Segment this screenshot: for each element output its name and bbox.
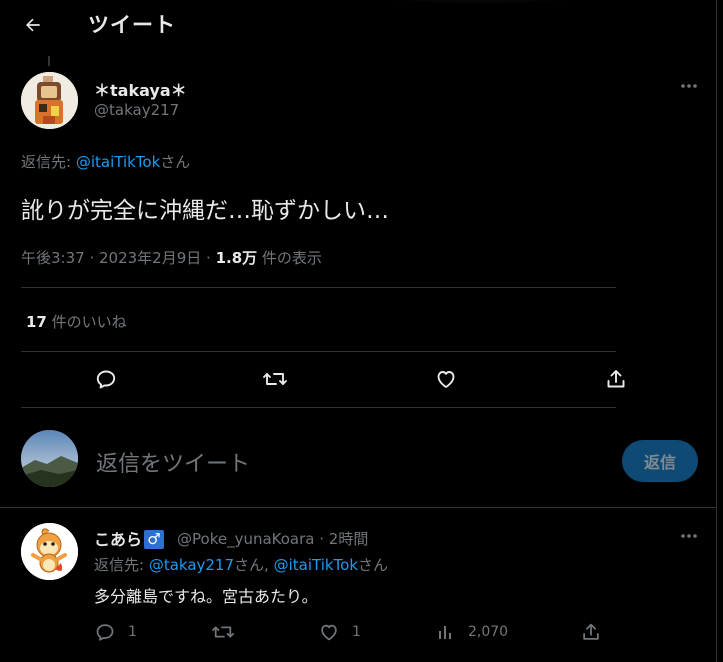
likes-summary[interactable]: 17 件のいいね [26, 311, 127, 332]
reply-to-suffix: さん [358, 556, 389, 574]
back-arrow-icon [26, 18, 40, 32]
tweet-text: 訛りが完全に沖縄だ…恥ずかしい… [21, 198, 389, 224]
reply-like-button[interactable]: 1 [318, 620, 361, 644]
reply-to-suffix: さん [160, 153, 191, 171]
reply-to-link[interactable]: @itaiTikTok [76, 153, 160, 171]
page-title: ツイート [88, 13, 176, 37]
tweet-more-button[interactable] [676, 76, 702, 96]
reply-to-line: 返信先: @itaiTikTokさん [21, 151, 190, 172]
views-icon [439, 626, 451, 639]
share-button[interactable] [602, 365, 630, 393]
avatar-image [21, 72, 78, 129]
reply-icon [96, 624, 114, 641]
reply-author-name[interactable]: こあら ♂ [94, 526, 165, 550]
likes-label: 件のいいね [46, 313, 127, 331]
reply-icon [96, 370, 116, 389]
reply-views-button[interactable]: 2,070 [436, 620, 508, 644]
likes-count: 17 [26, 313, 47, 331]
reply-reply-to-line: 返信先: @takay217さん, @itaiTikTokさん [94, 554, 388, 575]
tweet-time[interactable]: 午後3:37 · 2023年2月9日 · [21, 249, 216, 267]
reply-submit-button[interactable]: 返信 [622, 440, 698, 482]
reply-to-mid: さん, [234, 556, 274, 574]
reply-more-button[interactable] [676, 526, 702, 546]
my-avatar[interactable] [21, 430, 78, 487]
reply-input[interactable]: 返信をツイート [96, 446, 250, 478]
reply-retweet-button[interactable] [211, 620, 235, 644]
divider [21, 287, 616, 288]
tweet-meta: 午後3:37 · 2023年2月9日 · 1.8万 件の表示 [21, 247, 322, 268]
reply-author-avatar[interactable] [21, 523, 78, 580]
author-avatar[interactable] [21, 72, 78, 129]
more-icon [681, 84, 697, 88]
thread-line [48, 56, 50, 66]
reply-share-button[interactable] [580, 620, 602, 644]
more-icon [681, 534, 697, 538]
male-sign-badge: ♂ [144, 530, 165, 549]
share-icon [607, 370, 625, 388]
reply-to-link-2[interactable]: @itaiTikTok [274, 556, 358, 574]
reply-to-prefix: 返信先: [94, 556, 149, 574]
author-name[interactable]: ＊takaya＊ [94, 77, 187, 101]
retweet-button[interactable] [261, 365, 289, 393]
reply-count: 1 [128, 624, 137, 640]
reply-reply-button[interactable]: 1 [94, 620, 137, 644]
avatar-image [21, 430, 78, 487]
reply-text: 多分離島ですね。宮古あたり。 [94, 587, 318, 606]
header: ツイート [0, 0, 716, 48]
like-icon [437, 371, 455, 388]
like-count: 1 [352, 624, 361, 640]
divider [21, 407, 616, 408]
reply-to-prefix: 返信先: [21, 153, 76, 171]
reply-author-handle[interactable]: @Poke_yunaKoara · 2時間 [177, 528, 368, 549]
back-button[interactable] [18, 10, 48, 40]
retweet-icon [212, 626, 234, 638]
views-count: 1.8万 [215, 249, 258, 267]
like-button[interactable] [432, 365, 460, 393]
divider [0, 507, 716, 508]
views-label: 件の表示 [257, 249, 322, 267]
tweet-detail-panel: ツイート ＊takaya＊ @takay217 返信先: @itaiTikTok… [0, 0, 717, 662]
divider [21, 351, 616, 352]
share-icon [583, 623, 599, 640]
author-handle[interactable]: @takay217 [94, 101, 179, 119]
reply-button[interactable] [92, 365, 120, 393]
reply-to-link-1[interactable]: @takay217 [149, 556, 234, 574]
like-icon [321, 624, 337, 641]
avatar-image [21, 523, 78, 580]
view-count: 2,070 [468, 624, 509, 640]
retweet-icon [263, 373, 287, 385]
reply-author-name-text: こあら [94, 530, 143, 549]
